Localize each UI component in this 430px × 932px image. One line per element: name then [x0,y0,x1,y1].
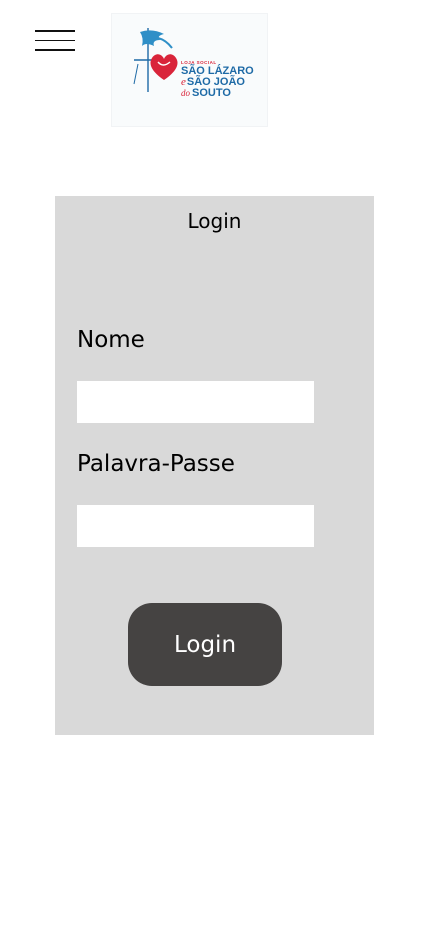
password-input[interactable] [77,505,314,547]
password-label: Palavra-Passe [77,451,235,477]
logo-line-3-prefix: do [181,88,190,98]
logo-line-3-text: SOUTO [192,87,231,99]
logo: LOJA SOCIAL SÃO LÁZARO eSÃO JOÃO do SOUTO [111,13,268,127]
name-input[interactable] [77,381,314,423]
login-title: Login [187,209,242,233]
login-card: Login Nome Palavra-Passe Login [55,196,374,735]
hamburger-icon[interactable] [35,30,75,51]
login-button[interactable]: Login [128,603,282,686]
name-label: Nome [77,327,145,353]
logo-line-3: do SOUTO [181,87,231,99]
logo-emblem-icon [133,28,178,92]
